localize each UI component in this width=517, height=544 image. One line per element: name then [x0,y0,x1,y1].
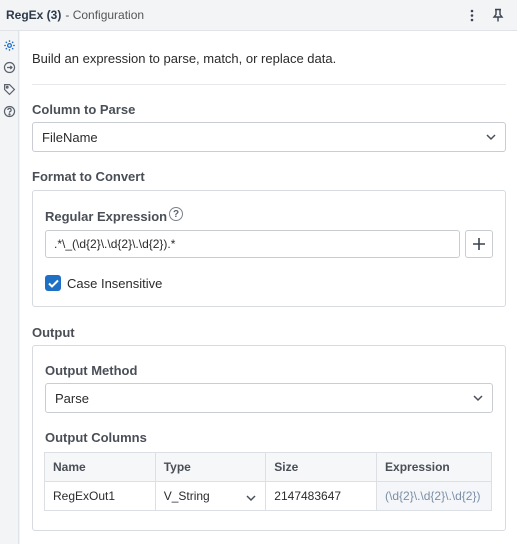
expression-cell: (\d{2}\.\d{2}\.\d{2}) [376,481,492,511]
output-columns-table: Name Type Size Expression RegExOut1 V_St… [44,452,492,511]
help-icon[interactable]: ? [169,207,183,221]
intro-text: Build an expression to parse, match, or … [32,51,337,66]
header-actions [461,5,509,25]
more-vertical-icon [470,9,474,21]
pin-icon [492,8,504,22]
output-method-value: Parse [55,390,89,406]
tool-name: RegEx (3) [6,8,62,22]
config-header: RegEx (3) - Configuration [0,0,517,31]
name-cell[interactable]: RegExOut1 [44,481,156,511]
pin-button[interactable] [487,5,509,25]
configuration-panel: Build an expression to parse, match, or … [20,31,517,544]
column-to-parse-value: FileName [42,129,98,145]
column-header-type: Type [154,452,267,482]
output-method-select[interactable]: Parse [45,383,493,413]
plus-icon [473,238,485,250]
column-to-parse-label: Column to Parse [32,102,136,117]
header-subtitle: - Configuration [65,8,145,22]
column-to-parse-select[interactable]: FileName [32,122,506,152]
column-header-name: Name [44,452,156,482]
chevron-down-icon [473,395,483,402]
side-rail [0,31,19,544]
table-header-row: Name Type Size Expression [44,452,492,482]
size-cell[interactable]: 2147483647 [265,481,378,511]
gear-icon [4,39,15,51]
format-to-convert-label: Format to Convert [32,169,145,184]
more-options-button[interactable] [461,5,483,25]
rail-connection-tab[interactable] [0,56,19,78]
output-columns-label: Output Columns [45,430,147,445]
case-insensitive-label: Case Insensitive [67,276,163,291]
chevron-down-icon [486,134,496,141]
chevron-down-icon [246,495,256,502]
add-expression-button[interactable] [465,230,493,258]
output-method-label: Output Method [45,363,138,378]
type-value: V_String [163,489,210,503]
column-header-size: Size [265,452,378,482]
rail-configuration-tab[interactable] [0,34,19,56]
regular-expression-label: Regular Expression [45,209,168,224]
divider [32,84,506,85]
tag-icon [4,83,16,95]
type-select[interactable]: V_String [154,481,267,511]
help-circle-icon [3,105,16,117]
regular-expression-input[interactable]: .*\_(\d{2}\.\d{2}\.\d{2}).* [45,230,460,258]
checkmark-icon [47,279,59,288]
rail-help-tab[interactable] [0,100,19,122]
connection-icon [3,61,16,73]
rail-annotation-tab[interactable] [0,78,19,100]
output-label: Output [32,325,75,340]
column-header-expression: Expression [376,452,492,482]
case-insensitive-checkbox[interactable] [45,275,61,291]
table-row: RegExOut1 V_String 2147483647 (\d{2}\.\d… [44,481,492,511]
